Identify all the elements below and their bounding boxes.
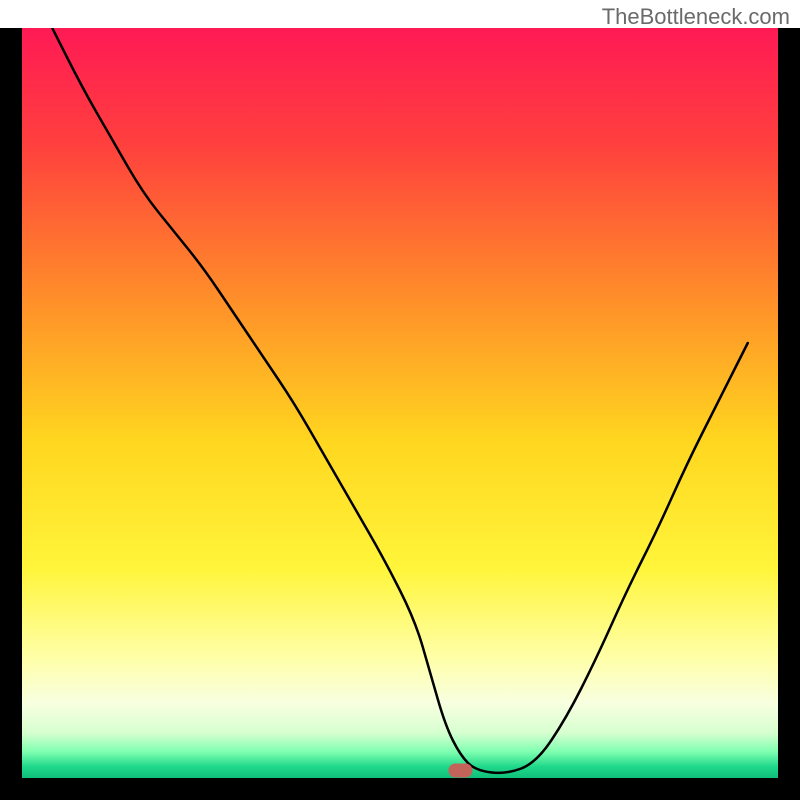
watermark-text: TheBottleneck.com [602,4,790,30]
chart-svg [0,0,800,800]
gradient-background [22,28,778,778]
optimal-point-marker [448,764,472,778]
bottleneck-chart: TheBottleneck.com [0,0,800,800]
